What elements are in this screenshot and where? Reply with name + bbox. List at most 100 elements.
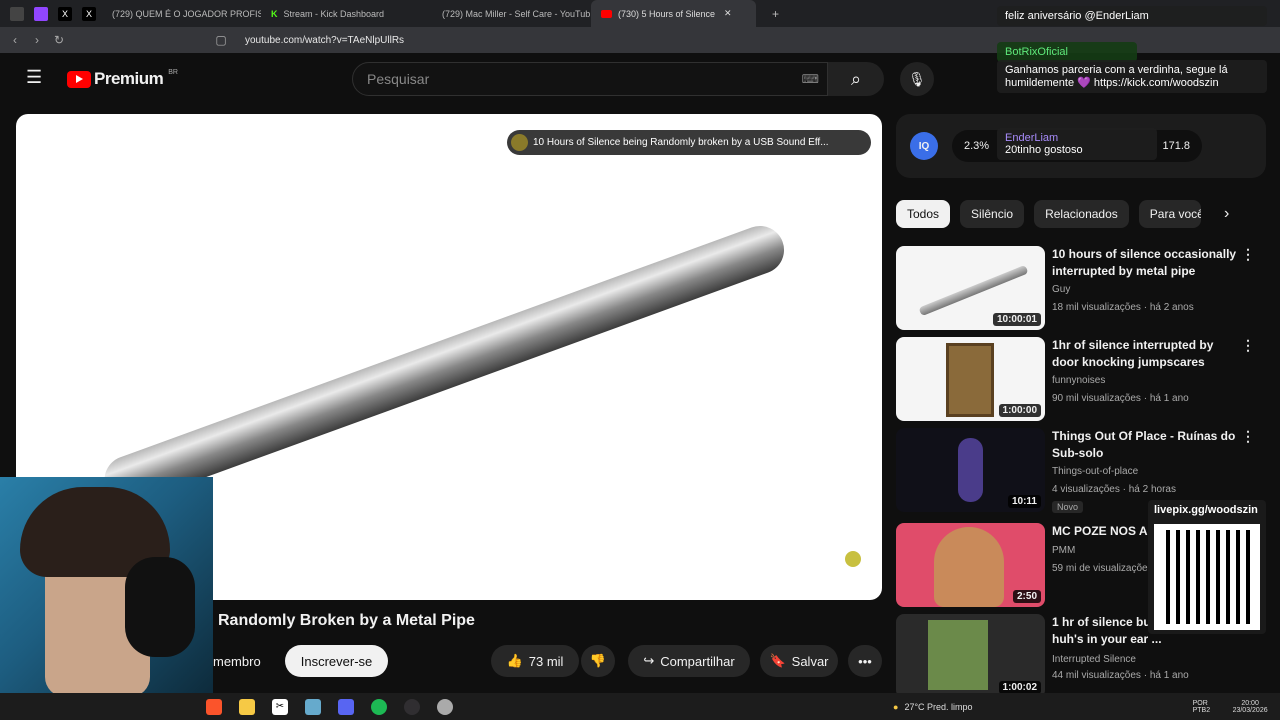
channel-name[interactable]: Guy [1052,284,1070,295]
pipe-thumb-image [918,264,1029,317]
windows-taskbar: ✂ ● 27°C Pred. limpo POR PTB2 20:00 23/0… [0,693,1280,720]
video-title[interactable]: Things Out Of Place - Ruínas do Sub-solo [1052,428,1242,462]
brave-icon[interactable] [206,698,222,715]
tab-2[interactable]: K Stream - Kick Dashboard [261,0,426,27]
video-thumbnail[interactable]: 1:00:02 [896,614,1045,698]
video-title: Randomly Broken by a Metal Pipe [218,612,475,629]
language-indicator[interactable]: POR PTB2 [1193,700,1221,714]
channel-avatar [511,134,528,151]
new-badge: Novo [1052,501,1084,513]
thumbs-down-icon: 👎 [589,653,607,668]
video-meta: 4 visualizações · há 2 horas [1052,484,1176,495]
chat-message: BotRixOficial [997,42,1137,62]
save-button[interactable]: 🔖 Salvar [760,645,838,677]
folder-icon[interactable] [239,698,255,715]
duration-badge: 1:00:00 [998,404,1041,417]
more-vert-icon[interactable]: ⋮ [1241,337,1255,354]
thumbs-up-icon: 👍 [506,653,523,668]
video-meta: 59 mi de visualizações [1052,563,1153,574]
player-title-chip[interactable]: 10 Hours of Silence being Randomly broke… [507,130,871,155]
play-icon [67,70,91,88]
villager-thumb-image [928,620,988,690]
video-thumbnail[interactable]: 1:00:00 [896,337,1045,421]
more-vert-icon[interactable]: ⋮ [1241,246,1255,263]
x-icon[interactable]: X [58,6,72,21]
video-meta: 44 mil visualizações · há 1 ano [1052,670,1189,681]
channel-name[interactable]: Things-out-of-place [1052,466,1138,477]
voice-search-button[interactable]: 🎙 [900,62,934,96]
twitch-icon[interactable] [34,6,48,21]
weather-icon[interactable]: ● [893,702,898,712]
clock[interactable]: 20:00 23/03/2026 [1233,700,1268,714]
duration-badge: 2:50 [1012,590,1041,603]
share-icon: ↪ [643,653,655,668]
chip-silencio[interactable]: Silêncio [960,200,1025,228]
channel-watermark[interactable] [845,551,861,567]
video-title[interactable]: 10 hours of silence occasionally interru… [1052,246,1242,280]
iq-badge[interactable]: IQ [910,132,938,160]
livepix-qr: livepix.gg/woodszin [1148,500,1266,634]
close-icon[interactable]: ✕ [724,8,732,19]
video-thumbnail[interactable]: 10:11 [896,428,1045,512]
channel-name[interactable]: Interrupted Silence [1052,654,1136,665]
door-thumb-image [946,343,994,417]
search-input[interactable]: Pesquisar ⌨ [352,62,828,96]
tab-4[interactable]: (730) 5 Hours of Silence Being R✕ [591,0,756,27]
chat-message: feliz aniversário @EnderLiam [997,6,1267,26]
headset [125,557,195,657]
channel-name[interactable]: PMM [1052,545,1075,556]
channel-name[interactable]: funnynoises [1052,375,1105,386]
forward-icon[interactable]: › [26,33,48,47]
duration-badge: 10:00:01 [992,313,1041,326]
more-vert-icon[interactable]: ⋮ [1241,428,1255,445]
tab-1[interactable]: (729) QUEM É O JOGADOR PROFISS [96,0,261,27]
back-icon[interactable]: ‹ [4,33,26,47]
video-thumbnail[interactable]: 2:50 [896,523,1045,607]
search-button[interactable]: ⌕ [828,62,884,96]
video-meta: 90 mil visualizações · há 1 ano [1052,393,1189,404]
weather-text[interactable]: 27°C Pred. limpo [904,702,972,712]
share-button[interactable]: ↪ Compartilhar [628,645,750,677]
video-title[interactable]: 1hr of silence interrupted by door knock… [1052,337,1242,371]
discord-icon[interactable] [338,698,354,715]
recommended-video[interactable]: 1:00:00 1hr of silence interrupted by do… [896,337,1268,421]
keyboard-icon[interactable]: ⌨ [802,72,819,86]
menu-icon[interactable]: ☰ [26,67,42,88]
bookmark-icon: 🔖 [769,653,786,668]
metal-pipe-image [97,219,791,511]
url-input[interactable]: youtube.com/watch?v=TAeNlpUllRs [220,30,940,50]
recommended-video[interactable]: 10:00:01 10 hours of silence occasionall… [896,246,1268,330]
app-icon[interactable] [305,698,321,715]
capcut-icon[interactable]: ✂ [272,698,288,715]
mic-icon: 🎙 [908,70,926,87]
dislike-button[interactable]: 👎 [581,645,615,677]
obs-icon[interactable] [404,698,420,715]
chat-message: Ganhamos parceria com a verdinha, segue … [997,60,1267,93]
qr-code-image [1154,524,1260,630]
tab-3[interactable]: (729) Mac Miller - Self Care - YouTub [426,0,591,27]
video-thumbnail[interactable]: 10:00:01 [896,246,1045,330]
filter-chips: Todos Silêncio Relacionados Para você [896,200,1201,228]
more-actions-button[interactable]: ••• [848,645,882,677]
subscribe-button[interactable]: Inscrever-se [285,645,388,677]
chip-todos[interactable]: Todos [896,200,951,228]
duration-badge: 10:11 [1007,495,1041,508]
chat-message: EnderLiam 20tinho gostoso [997,128,1157,160]
x-icon[interactable]: X [82,6,96,21]
window-icon[interactable] [10,6,24,21]
chip-relacionados[interactable]: Relacionados [1034,200,1129,228]
like-button[interactable]: 👍 73 mil [491,645,579,677]
join-button[interactable]: membro [213,645,275,677]
app-icon[interactable] [437,698,453,715]
search-icon: ⌕ [850,68,862,89]
youtube-logo[interactable]: Premium BR [67,69,178,89]
youtube-icon [601,9,612,18]
creature-thumb-image [958,438,983,502]
reload-icon[interactable]: ↻ [48,33,70,47]
chevron-right-icon[interactable]: › [1224,205,1229,223]
spotify-icon[interactable] [371,698,387,715]
more-icon: ••• [858,653,872,669]
chip-para-voce[interactable]: Para você [1138,200,1201,228]
kick-icon: K [271,8,278,19]
new-tab-icon[interactable]: + [772,7,779,21]
